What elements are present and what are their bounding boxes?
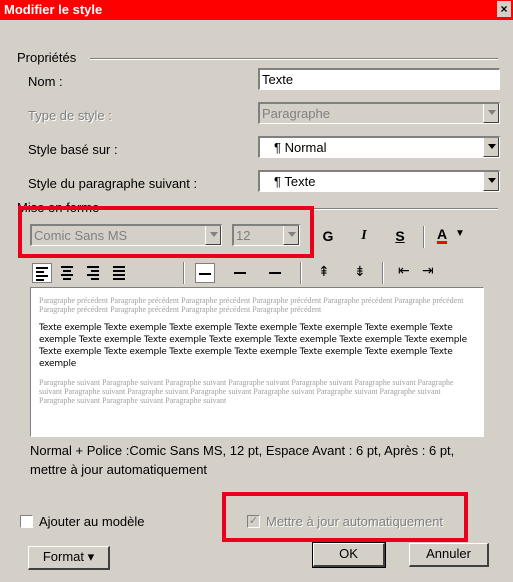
style-type-select: Paragraphe [258,102,500,124]
highlight-auto-update-box [222,492,468,542]
ok-button[interactable]: OK [312,542,386,568]
style-type-value: Paragraphe [262,106,330,121]
properties-divider [90,58,498,60]
align-center-button[interactable] [58,263,78,283]
preview-next-paragraph: Paragraphe suivant Paragraphe suivant Pa… [39,378,454,405]
close-button[interactable]: × [497,1,511,17]
properties-group-label: Propriétés [17,50,77,65]
space-before-decrease-icon[interactable]: ⇟ [354,263,366,280]
highlight-font-box [18,206,314,258]
next-style-select[interactable]: ¶ Texte [258,170,500,192]
font-color-button[interactable]: A [432,226,452,242]
line-spacing-double-button[interactable] [266,263,286,283]
underline-button[interactable]: S [390,228,410,244]
style-type-label: Type de style : [28,108,112,123]
align-right-button[interactable] [84,263,104,283]
based-on-label: Style basé sur : [28,142,118,157]
chevron-down-icon [483,104,499,123]
line-spacing-single-button[interactable] [195,263,215,283]
chevron-down-icon[interactable] [483,172,499,191]
preview-previous-paragraph: Paragraphe précédent Paragraphe précéden… [39,296,464,314]
toolbar-separator [423,226,425,248]
format-menu-button[interactable]: Format ▾ [28,546,110,570]
name-label: Nom : [28,74,63,89]
next-style-label: Style du paragraphe suivant : [28,176,198,191]
justify-button[interactable] [110,263,130,283]
bold-button[interactable]: G [318,228,338,244]
font-color-dropdown-icon[interactable]: ▼ [455,228,465,239]
style-description: Normal + Police :Comic Sans MS, 12 pt, E… [30,443,455,477]
name-input[interactable]: Texte [258,68,500,90]
next-style-value: ¶ Texte [274,174,316,189]
toolbar-separator [382,262,384,284]
chevron-down-icon[interactable] [483,138,499,157]
space-before-increase-icon[interactable]: ⇞ [318,263,330,280]
toolbar-separator [183,262,185,284]
toolbar-separator [300,262,302,284]
window-title: Modifier le style [4,2,103,17]
preview-sample-text: Texte exemple Texte exemple Texte exempl… [39,323,467,369]
italic-button[interactable]: I [354,228,374,244]
decrease-indent-icon[interactable]: ⇤ [398,262,410,279]
align-left-button[interactable] [32,263,52,283]
based-on-select[interactable]: ¶ Normal [258,136,500,158]
add-to-template-checkbox[interactable] [20,515,33,528]
cancel-button[interactable]: Annuler [409,543,489,567]
based-on-value: ¶ Normal [274,140,327,155]
line-spacing-onehalf-button[interactable] [231,263,251,283]
title-bar: Modifier le style × [0,0,513,20]
style-preview: Paragraphe précédent Paragraphe précéden… [30,287,484,437]
increase-indent-icon[interactable]: ⇥ [422,262,434,279]
add-to-template-label: Ajouter au modèle [39,514,145,529]
